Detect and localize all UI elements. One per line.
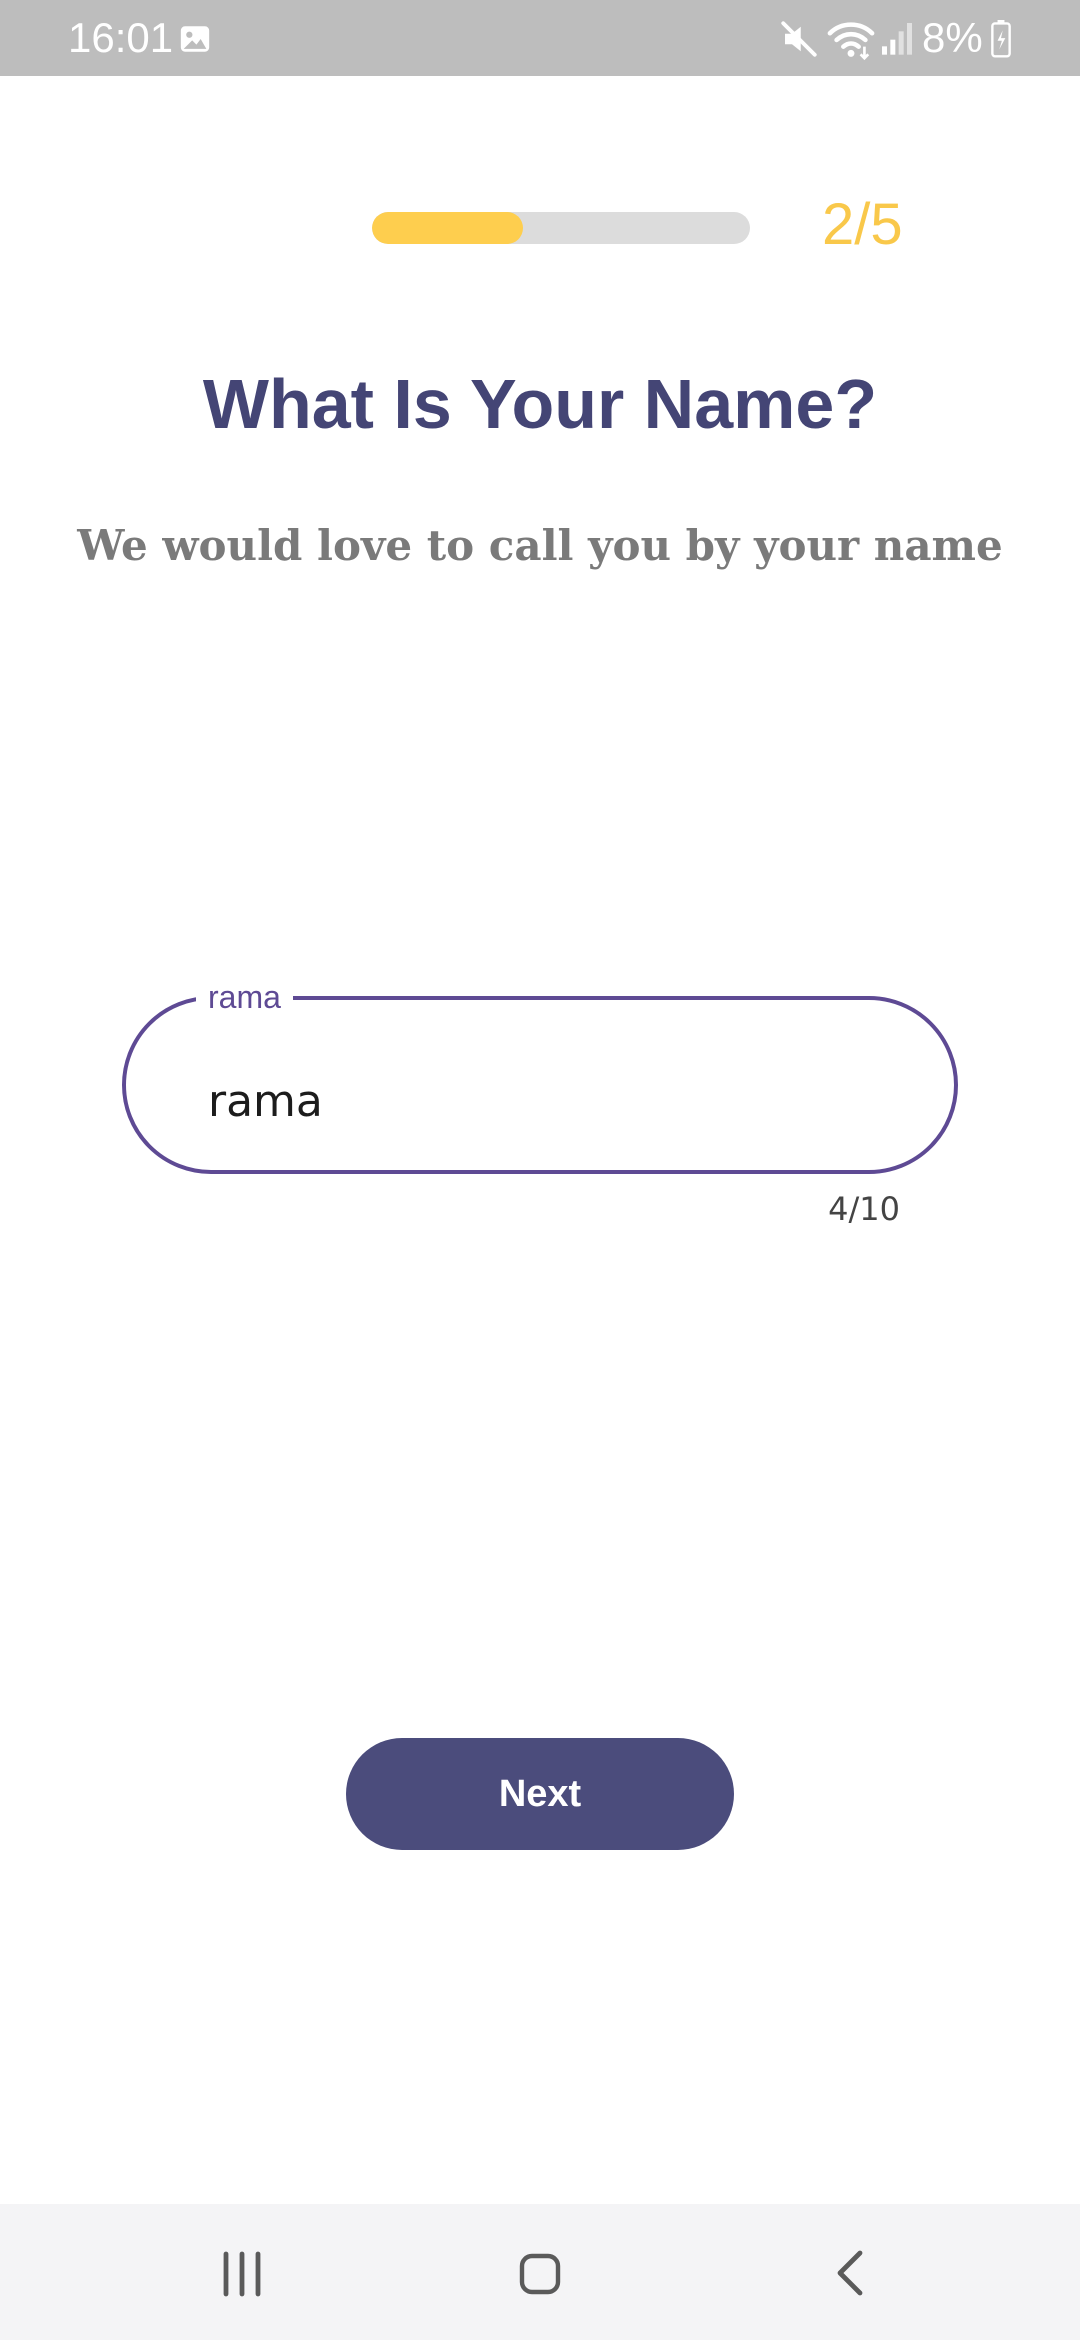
character-counter: 4/10: [828, 1190, 900, 1228]
recents-icon[interactable]: [216, 2248, 268, 2300]
progress-fill: [372, 212, 524, 244]
page-title: What Is Your Name?: [202, 365, 878, 443]
battery-icon: [991, 20, 1011, 58]
back-icon[interactable]: [826, 2246, 874, 2300]
mute-icon: [781, 21, 817, 57]
signal-icon: [882, 23, 912, 55]
status-time: 16:01: [68, 14, 174, 61]
screen: 16:01 8% 2/5 What Is Your Name? We would…: [0, 0, 1080, 2340]
page-subtitle: We would love to call you by your name: [77, 521, 1003, 570]
status-bar: 16:01 8%: [0, 0, 1080, 76]
name-input-label: rama: [196, 978, 293, 1016]
progress-step: 2/5: [822, 192, 903, 257]
progress-bar: [372, 212, 750, 244]
name-input-value[interactable]: rama: [208, 1076, 323, 1128]
next-button[interactable]: Next: [346, 1738, 734, 1850]
battery-percent: 8%: [922, 14, 983, 61]
wifi-icon: [827, 22, 875, 61]
gallery-icon: [180, 26, 210, 52]
home-icon[interactable]: [516, 2250, 564, 2298]
